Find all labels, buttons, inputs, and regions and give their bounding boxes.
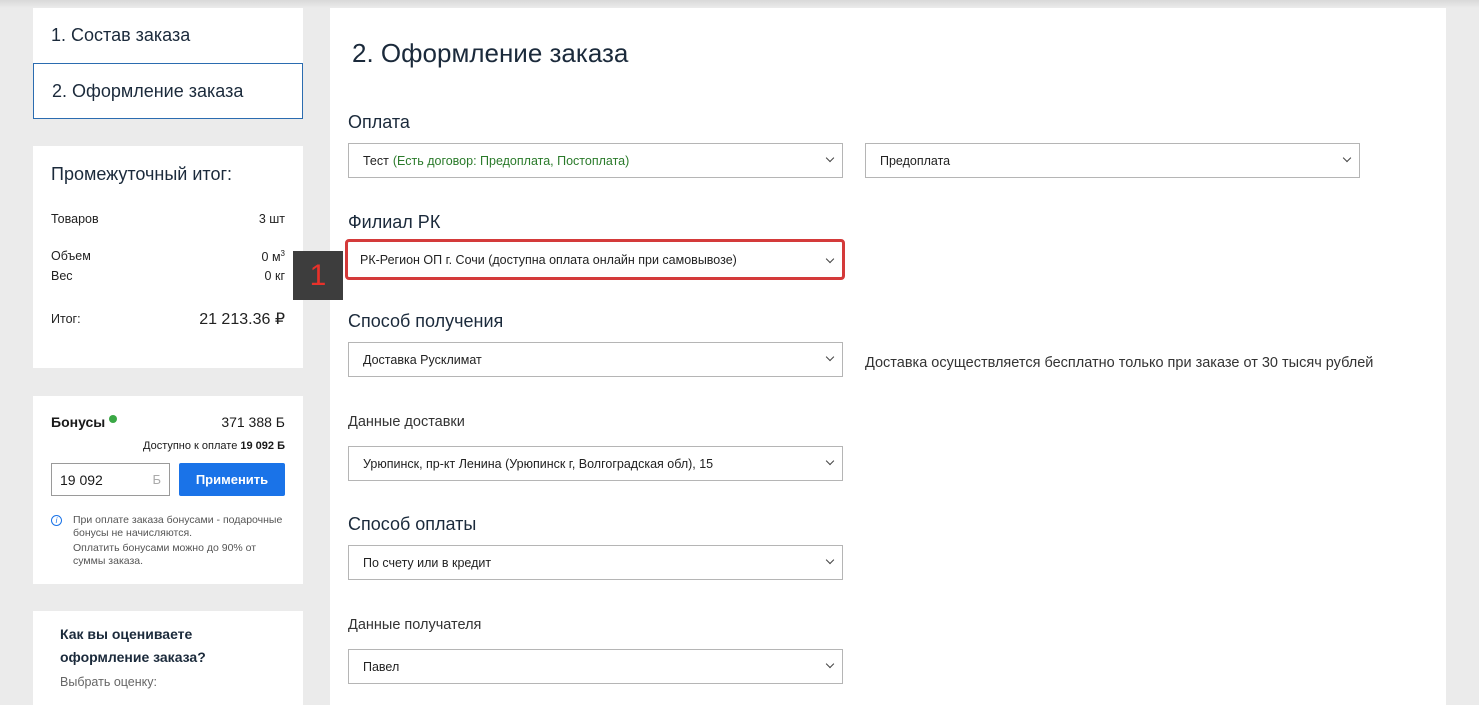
subtotal-card: Промежуточный итог: Товаров 3 шт Объем 0… (33, 146, 303, 368)
bonus-info-note: i При оплате заказа бонусами - подарочны… (51, 514, 285, 567)
top-shadow (0, 0, 1479, 8)
summary-row-weight: Вес 0 кг (51, 269, 285, 283)
chevron-down-icon (825, 352, 835, 362)
chevron-down-icon (825, 456, 835, 466)
payment-method-heading: Способ оплаты (348, 514, 477, 534)
branch-heading: Филиал РК (348, 212, 441, 232)
summary-value: 3 шт (258, 212, 285, 226)
checkout-panel: 2. Оформление заказа Оплата Тест (Есть до… (293, 8, 1446, 705)
summary-label: Итог: (51, 312, 81, 326)
chevron-down-icon (1342, 153, 1352, 163)
bonus-coin-icon (109, 415, 118, 423)
summary-row-total: Итог: 21 213.36 ₽ (51, 309, 285, 329)
step-marker-badge: 1 (293, 251, 343, 300)
delivery-free-note: Доставка осуществляется бесплатно только… (865, 355, 1374, 371)
bonus-unit: Б (152, 472, 161, 487)
payer-select[interactable]: Тест (Есть договор: Предоплата, Постоплат… (348, 143, 843, 178)
bonus-available: Доступно к оплате 19 092 Б (143, 440, 285, 452)
summary-total-value: 21 213.36 ₽ (199, 311, 285, 328)
page-title: 2. Оформление заказа (352, 38, 629, 68)
bonus-card: Бонусы 371 388 Б Доступно к оплате 19 09… (33, 396, 303, 584)
chevron-down-icon (825, 153, 835, 163)
info-icon: i (51, 515, 62, 526)
bonus-balance: 371 388 Б (221, 414, 285, 430)
summary-value: 0 кг (264, 269, 285, 283)
apply-bonus-button[interactable]: Применить (179, 463, 285, 496)
summary-label: Товаров (51, 212, 99, 226)
payment-heading: Оплата (348, 112, 410, 132)
recipient-heading: Данные получателя (348, 617, 482, 633)
chevron-down-icon (825, 659, 835, 669)
chevron-down-icon (825, 555, 835, 565)
bonus-amount-input[interactable]: 19 092 Б (51, 463, 170, 496)
summary-value: 0 м3 (261, 249, 285, 265)
summary-row-items: Товаров 3 шт (51, 212, 285, 226)
step-checkout[interactable]: 2. Оформление заказа (33, 63, 303, 119)
delivery-address-select[interactable]: Урюпинск, пр-кт Ленина (Урюпинск г, Волг… (348, 446, 843, 481)
summary-row-volume: Объем 0 м3 (51, 249, 285, 264)
receive-method-select[interactable]: Доставка Русклимат (348, 342, 843, 377)
delivery-data-heading: Данные доставки (348, 414, 465, 430)
payment-method-select[interactable]: По счету или в кредит (348, 545, 843, 580)
subtotal-title: Промежуточный итог: (51, 164, 233, 184)
recipient-select[interactable]: Павел (348, 649, 843, 684)
branch-select[interactable]: РК-Регион ОП г. Сочи (доступна оплата он… (345, 239, 845, 280)
summary-label: Объем (51, 249, 91, 263)
chevron-down-icon (825, 254, 835, 264)
step-cart-composition[interactable]: 1. Состав заказа (33, 8, 303, 63)
bonus-header: Бонусы 371 388 Б (51, 414, 285, 430)
order-steps: 1. Состав заказа 2. Оформление заказа (33, 8, 303, 119)
payment-type-select[interactable]: Предоплата (865, 143, 1360, 178)
rating-question: Как вы оцениваете оформление заказа? (60, 626, 206, 665)
bonus-label: Бонусы (51, 414, 118, 430)
rating-prompt: Выбрать оценку: (60, 675, 157, 689)
receive-method-heading: Способ получения (348, 311, 504, 331)
summary-label: Вес (51, 269, 73, 283)
rating-card: Как вы оцениваете оформление заказа? Выб… (33, 611, 303, 705)
